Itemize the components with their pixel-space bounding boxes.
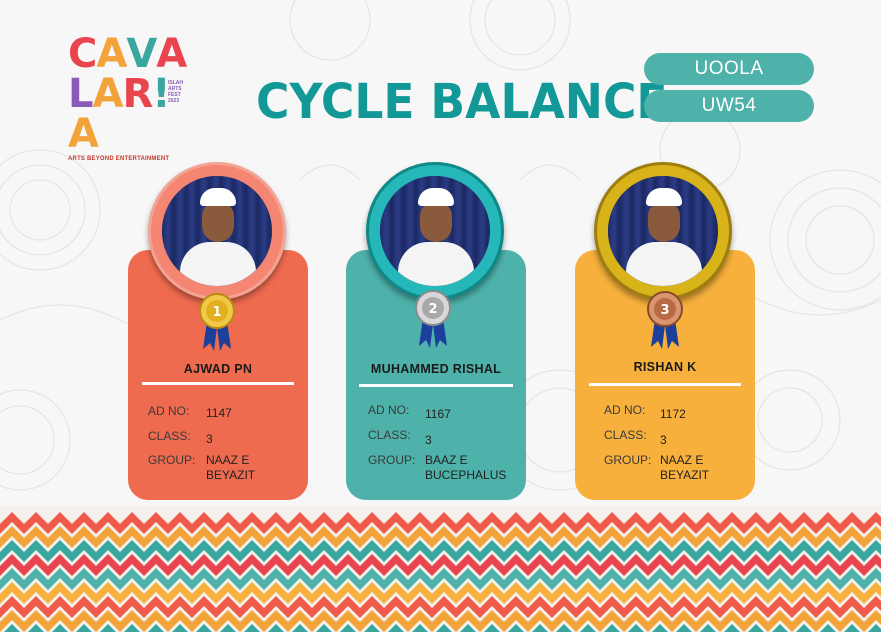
logo-row-1: CAVA xyxy=(68,34,193,74)
ad-no-value: 1172 xyxy=(660,407,686,421)
ad-no-value: 1147 xyxy=(206,406,232,420)
winner-photo-frame-2 xyxy=(366,162,504,300)
group-label: GROUP: xyxy=(604,453,652,467)
group-value-line1: BAAZ E xyxy=(425,453,468,467)
logo-letter: A xyxy=(92,71,124,117)
group-label: GROUP: xyxy=(148,453,196,467)
class-value: 3 xyxy=(425,433,432,447)
gold-medal-icon: 1 xyxy=(199,293,235,351)
medal-rank: 1 xyxy=(212,305,221,320)
ad-no-value: 1167 xyxy=(425,407,451,421)
class-label: CLASS: xyxy=(368,428,411,442)
logo-letter: A xyxy=(96,31,127,77)
logo-letter: R xyxy=(122,71,153,117)
group-value-line1: NAAZ E xyxy=(206,453,250,467)
logo-letter: A xyxy=(156,31,187,77)
winner-photo-frame-3 xyxy=(594,162,732,300)
class-label: CLASS: xyxy=(604,428,647,442)
winner-name: RISHAN K xyxy=(633,360,697,374)
medal-rank: 3 xyxy=(660,303,669,318)
silver-medal-icon: 2 xyxy=(415,290,451,348)
logo-tagline: ARTS BEYOND ENTERTAINMENT xyxy=(68,156,170,162)
winner-photo xyxy=(608,176,718,286)
class-value: 3 xyxy=(660,433,667,447)
category-pill: UOOLA xyxy=(644,53,814,85)
group-value-line2: BEYAZIT xyxy=(660,468,710,482)
ad-no-label: AD NO: xyxy=(604,403,646,417)
logo-letter: ! xyxy=(152,71,170,117)
group-value-line2: BEYAZIT xyxy=(206,468,256,482)
logo-letter: A xyxy=(68,111,99,157)
page-title: CYCLE BALANCE xyxy=(256,74,668,130)
cavalaria-logo: CAVA LAR!A ISLAH ARTS FEST 2023 ARTS BEY… xyxy=(68,34,193,162)
logo-letter: C xyxy=(68,31,97,77)
winner-name: MUHAMMED RISHAL xyxy=(370,362,502,376)
bronze-medal-icon: 3 xyxy=(647,291,683,349)
ad-no-label: AD NO: xyxy=(148,404,190,418)
code-pill: UW54 xyxy=(644,90,814,122)
divider xyxy=(359,384,513,387)
winner-photo xyxy=(380,176,490,286)
divider xyxy=(589,383,741,386)
winner-photo-frame-1 xyxy=(148,162,286,300)
class-value: 3 xyxy=(206,432,213,446)
zigzag-footer-pattern xyxy=(0,505,881,632)
class-label: CLASS: xyxy=(148,429,191,443)
logo-side-text: ISLAH ARTS FEST 2023 xyxy=(168,80,183,104)
group-label: GROUP: xyxy=(368,453,416,467)
ad-no-label: AD NO: xyxy=(368,403,410,417)
winner-photo xyxy=(162,176,272,286)
group-value-line2: BUCEPHALUS xyxy=(425,468,507,482)
logo-letter: V xyxy=(126,31,157,77)
group-value-line1: NAAZ E xyxy=(660,453,704,467)
winner-name: AJWAD PN xyxy=(183,362,253,376)
logo-letter: L xyxy=(68,71,93,117)
logo-side-line: 2023 xyxy=(168,98,180,104)
medal-rank: 2 xyxy=(428,302,437,317)
divider xyxy=(142,382,294,385)
